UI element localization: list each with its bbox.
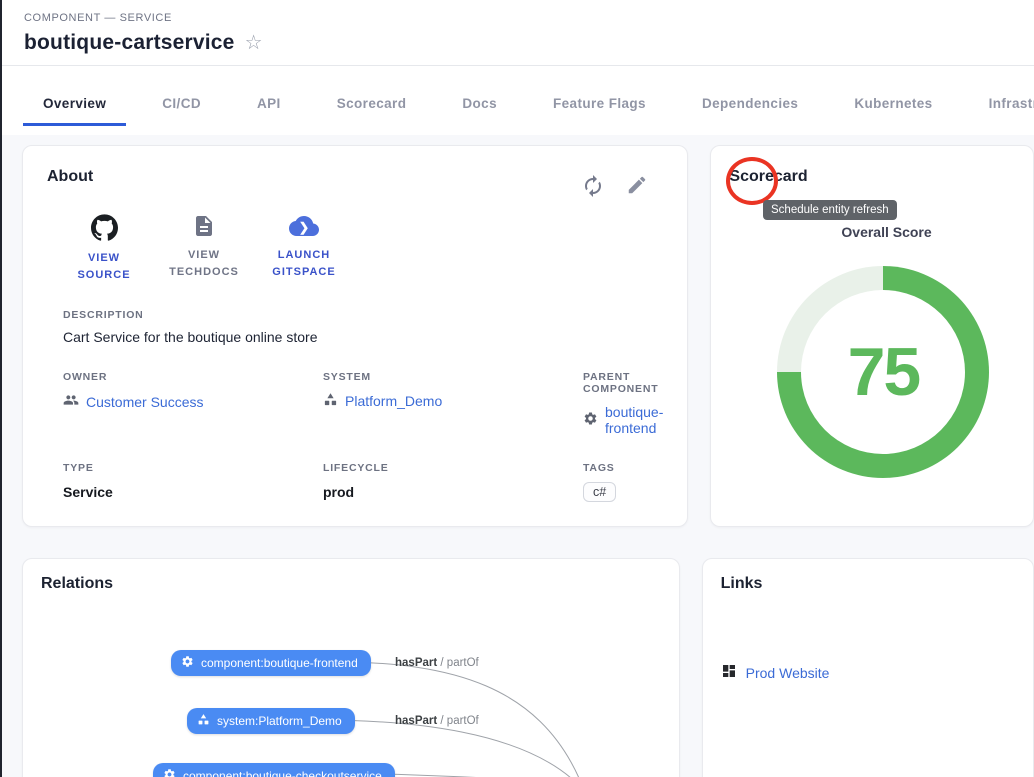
field-type: TYPE Service: [63, 462, 323, 502]
tab-dependencies[interactable]: Dependencies: [682, 84, 818, 126]
about-card: About Schedule entity refresh: [22, 145, 688, 527]
system-icon: [323, 392, 338, 410]
type-value: Service: [63, 484, 323, 500]
refresh-button[interactable]: [581, 174, 605, 198]
component-gear-icon: [163, 768, 176, 777]
score-ring: 75: [777, 266, 989, 478]
field-parent-component: PARENT COMPONENT boutique-frontend: [583, 371, 663, 436]
lifecycle-label: LIFECYCLE: [323, 462, 583, 474]
description-label: DESCRIPTION: [63, 309, 663, 321]
field-system: SYSTEM Platform_Demo: [323, 371, 583, 436]
node-component-boutique-frontend[interactable]: component:boutique-frontend: [171, 650, 371, 676]
view-source-label: VIEW SOURCE: [61, 250, 147, 283]
dashboard-grid-icon: [721, 663, 737, 682]
pencil-icon: [626, 184, 648, 199]
tab-cicd[interactable]: CI/CD: [142, 84, 221, 126]
system-label: SYSTEM: [323, 371, 583, 383]
overall-score-label: Overall Score: [841, 224, 931, 240]
edge-label-haspart-2: hasPart / partOf: [395, 715, 479, 727]
node-system-platform-demo[interactable]: system:Platform_Demo: [187, 708, 355, 734]
field-owner: OWNER Customer Success: [63, 371, 323, 436]
techdocs-document-icon: [192, 214, 216, 241]
parent-component-label: PARENT COMPONENT: [583, 371, 663, 395]
tab-overview[interactable]: Overview: [23, 84, 126, 126]
page-header: COMPONENT — SERVICE boutique-cartservice…: [0, 0, 1034, 66]
links-card: Links Prod Website: [702, 558, 1034, 777]
owner-label: OWNER: [63, 371, 323, 383]
tabs-bar: Overview CI/CD API Scorecard Docs Featur…: [0, 66, 1034, 135]
system-icon: [197, 713, 210, 729]
lifecycle-value: prod: [323, 484, 583, 500]
view-source-button[interactable]: VIEW SOURCE: [61, 214, 147, 283]
edit-button[interactable]: [625, 174, 649, 198]
relations-card: Relations hasPart / partOf hasPart / par…: [22, 558, 680, 777]
launch-gitspace-label: LAUNCH GITSPACE: [261, 247, 347, 280]
link-row-prod-website: Prod Website: [721, 663, 1015, 682]
owner-link[interactable]: Customer Success: [86, 394, 203, 410]
component-gear-icon: [181, 655, 194, 671]
edge-label-haspart-1: hasPart / partOf: [395, 657, 479, 669]
favorite-star-icon[interactable]: ☆: [245, 33, 263, 53]
parent-component-link[interactable]: boutique-frontend: [605, 404, 663, 436]
description-text: Cart Service for the boutique online sto…: [63, 329, 663, 345]
tooltip-schedule-entity-refresh: Schedule entity refresh: [763, 200, 897, 220]
page-title: boutique-cartservice: [24, 31, 235, 55]
tab-api[interactable]: API: [237, 84, 301, 126]
type-label: TYPE: [63, 462, 323, 474]
refresh-icon: [581, 186, 605, 201]
gitspace-cloud-icon: ❯: [289, 214, 319, 241]
prod-website-link[interactable]: Prod Website: [746, 665, 830, 681]
tab-kubernetes[interactable]: Kubernetes: [834, 84, 952, 126]
system-link[interactable]: Platform_Demo: [345, 393, 442, 409]
field-lifecycle: LIFECYCLE prod: [323, 462, 583, 502]
tab-feature-flags[interactable]: Feature Flags: [533, 84, 666, 126]
svg-text:❯: ❯: [299, 221, 309, 236]
score-value: 75: [848, 333, 920, 411]
tab-infrastructure[interactable]: Infrastructure: [969, 84, 1034, 126]
tag-chip[interactable]: c#: [583, 482, 616, 502]
node-label: system:Platform_Demo: [217, 714, 342, 728]
about-card-title: About: [47, 168, 93, 186]
view-techdocs-label: VIEW TECHDOCS: [161, 247, 247, 280]
launch-gitspace-button[interactable]: ❯ LAUNCH GITSPACE: [261, 214, 347, 283]
breadcrumb: COMPONENT — SERVICE: [24, 12, 1034, 24]
tab-scorecard[interactable]: Scorecard: [317, 84, 427, 126]
scorecard-card-title: Scorecard: [729, 168, 1015, 186]
nav-left-edge: [0, 0, 2, 777]
node-component-boutique-checkoutservice[interactable]: component:boutique-checkoutservice: [153, 763, 395, 777]
node-label: component:boutique-frontend: [201, 656, 358, 670]
github-icon: [91, 214, 118, 244]
field-tags: TAGS c#: [583, 462, 663, 502]
node-label: component:boutique-checkoutservice: [183, 769, 382, 777]
tab-docs[interactable]: Docs: [442, 84, 517, 126]
group-icon: [63, 392, 79, 411]
view-techdocs-button[interactable]: VIEW TECHDOCS: [161, 214, 247, 283]
tags-label: TAGS: [583, 462, 663, 474]
links-card-title: Links: [721, 575, 1015, 593]
component-gear-icon: [583, 411, 598, 429]
